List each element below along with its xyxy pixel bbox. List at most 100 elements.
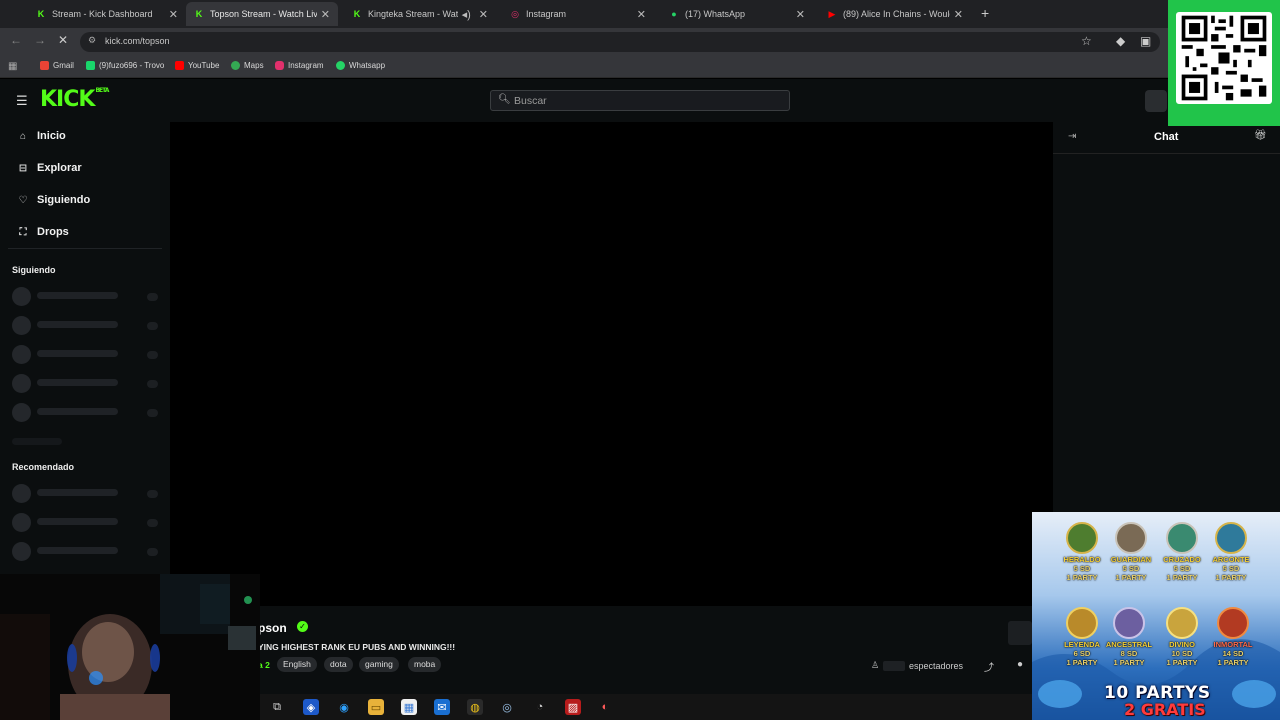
- close-tab-icon[interactable]: ✕: [321, 8, 330, 21]
- tab-title: Kingteka Stream - Watch Li: [368, 9, 458, 19]
- back-icon[interactable]: ←: [10, 33, 22, 47]
- bookmark-instagram[interactable]: Instagram: [275, 61, 324, 70]
- chat-title: Chat: [1154, 131, 1179, 143]
- tag-moba[interactable]: moba: [408, 657, 442, 672]
- browser-tab[interactable]: ◎ Instagram ✕: [502, 2, 654, 26]
- bookmark-star-icon[interactable]: ☆: [1081, 34, 1092, 48]
- qr-code: [1176, 12, 1272, 104]
- trovo-icon: [86, 61, 95, 70]
- obs-icon[interactable]: ◔: [532, 699, 548, 715]
- webcam-overlay: [0, 574, 260, 720]
- bookmark-whatsapp[interactable]: Whatsapp: [336, 61, 385, 70]
- file-explorer-icon[interactable]: ▭: [368, 699, 384, 715]
- extension-icon[interactable]: ◆: [1116, 34, 1125, 48]
- share-icon[interactable]: ⤴: [984, 659, 994, 674]
- gift-icon[interactable]: 🎁︎: [1254, 130, 1267, 141]
- address-bar[interactable]: [80, 32, 1160, 52]
- browser-tab[interactable]: K Stream - Kick Dashboard ✕: [28, 2, 186, 26]
- close-tab-icon[interactable]: ✕: [637, 8, 646, 21]
- chat-panel: [1053, 154, 1280, 512]
- video-player[interactable]: [170, 122, 1052, 606]
- cruzado-medal-icon: [1166, 522, 1198, 554]
- recommended-section-title: Recomendado: [12, 462, 75, 472]
- close-tab-icon[interactable]: ✕: [796, 8, 805, 21]
- url-text[interactable]: kick.com/topson: [105, 36, 170, 46]
- verified-badge-icon: ✓: [297, 621, 308, 632]
- channel-name[interactable]: pson: [258, 621, 287, 635]
- heart-icon: ♡: [18, 194, 28, 206]
- close-tab-icon[interactable]: ✕: [169, 8, 178, 21]
- skeleton-line: [37, 408, 118, 415]
- gmail-icon: [40, 61, 49, 70]
- kick-logo[interactable]: KICKBETA: [40, 87, 109, 112]
- puzzle-icon[interactable]: ▣: [1140, 34, 1151, 48]
- copilot-icon[interactable]: ◈: [303, 699, 319, 715]
- forward-icon[interactable]: →: [34, 33, 46, 47]
- rank-card-ancestral: ANCESTRAL 8 SD 1 PARTY: [1101, 607, 1157, 667]
- skeleton-line: [37, 489, 118, 496]
- browser-tab[interactable]: ● (17) WhatsApp ✕: [661, 2, 813, 26]
- dota-icon[interactable]: ▨: [565, 699, 581, 715]
- skeleton-dot: [147, 322, 158, 330]
- rank-card-heraldo: HERALDO 5 SD 1 PARTY: [1054, 522, 1110, 582]
- tab-title: Topson Stream - Watch Live on: [210, 9, 317, 19]
- instagram-icon: [275, 61, 284, 70]
- beta-badge: BETA: [95, 87, 109, 94]
- heraldo-medal-icon: [1066, 522, 1098, 554]
- rank-card-inmortal: INMORTAL 14 SD 1 PARTY: [1205, 607, 1261, 667]
- skeleton-avatar: [12, 374, 31, 393]
- youtube-icon: [175, 61, 184, 70]
- site-info-icon[interactable]: ⚙: [88, 35, 96, 46]
- youtube-icon: ▶: [828, 8, 836, 19]
- bookmark-maps[interactable]: Maps: [231, 61, 264, 70]
- bookmark-trovo[interactable]: (9)fuzo696 - Trovo: [86, 61, 164, 70]
- skeleton-avatar: [12, 484, 31, 503]
- browser-tab[interactable]: K Kingteka Stream - Watch Li ◂) ✕: [344, 2, 496, 26]
- divino-medal-icon: [1166, 607, 1198, 639]
- rank-card-cruzado: CRUZADO 5 SD 1 PARTY: [1154, 522, 1210, 582]
- audio-icon[interactable]: ◂): [462, 8, 471, 21]
- guardian-medal-icon: [1115, 522, 1147, 554]
- close-tab-icon[interactable]: ✕: [479, 8, 488, 21]
- tag-dota[interactable]: dota: [324, 657, 353, 672]
- sidebar-item-siguiendo[interactable]: ♡ Siguiendo: [16, 194, 91, 206]
- sidebar-item-inicio[interactable]: ⌂ Inicio: [16, 130, 66, 142]
- steam-icon[interactable]: ◎: [499, 699, 515, 715]
- following-section-title: Siguiendo: [12, 265, 56, 275]
- stop-icon[interactable]: ✕: [58, 33, 68, 47]
- tag-english[interactable]: English: [277, 657, 317, 672]
- more-info-icon[interactable]: ●: [1017, 659, 1023, 670]
- close-tab-icon[interactable]: ✕: [954, 8, 963, 21]
- skeleton-avatar: [12, 542, 31, 561]
- viewer-count: ♙ espectadores: [871, 660, 964, 671]
- collapse-chat-icon[interactable]: ⇥: [1068, 131, 1076, 142]
- browser-tab-bar: K Stream - Kick Dashboard ✕ K Topson Str…: [0, 0, 1280, 28]
- skeleton-dot: [147, 519, 158, 527]
- apps-icon[interactable]: ▦: [8, 61, 17, 72]
- sidebar-item-explorar[interactable]: ⊟ Explorar: [16, 162, 82, 174]
- skeleton-avatar: [12, 287, 31, 306]
- skeleton-dot: [147, 490, 158, 498]
- browser-tab-active[interactable]: K Topson Stream - Watch Live on ✕: [186, 2, 338, 26]
- skeleton-avatar: [12, 513, 31, 532]
- sidebar-item-drops[interactable]: ⛶ Drops: [16, 226, 69, 238]
- skeleton-line: [37, 547, 118, 554]
- follow-button[interactable]: [1008, 621, 1032, 645]
- app-icon[interactable]: ◐: [597, 699, 613, 715]
- hamburger-menu-icon[interactable]: ☰: [16, 93, 28, 109]
- browser-tab[interactable]: ▶ (89) Alice In Chains - Would? ( ✕: [819, 2, 971, 26]
- header-button[interactable]: [1145, 90, 1167, 112]
- task-view-icon[interactable]: ⧉: [269, 699, 285, 715]
- bookmark-youtube[interactable]: YouTube: [175, 61, 219, 70]
- tag-gaming[interactable]: gaming: [359, 657, 399, 672]
- skeleton-dot: [147, 380, 158, 388]
- search-icon: 🔍︎: [498, 94, 511, 105]
- mail-icon[interactable]: ✉: [434, 699, 450, 715]
- edge-icon[interactable]: ◉: [336, 699, 352, 715]
- skeleton-line: [37, 379, 118, 386]
- viewers-icon: ♙: [871, 660, 880, 670]
- chrome-icon[interactable]: ◍: [467, 699, 483, 715]
- bookmark-gmail[interactable]: Gmail: [40, 61, 74, 70]
- store-icon[interactable]: ▦: [401, 699, 417, 715]
- new-tab-icon[interactable]: +: [981, 5, 989, 21]
